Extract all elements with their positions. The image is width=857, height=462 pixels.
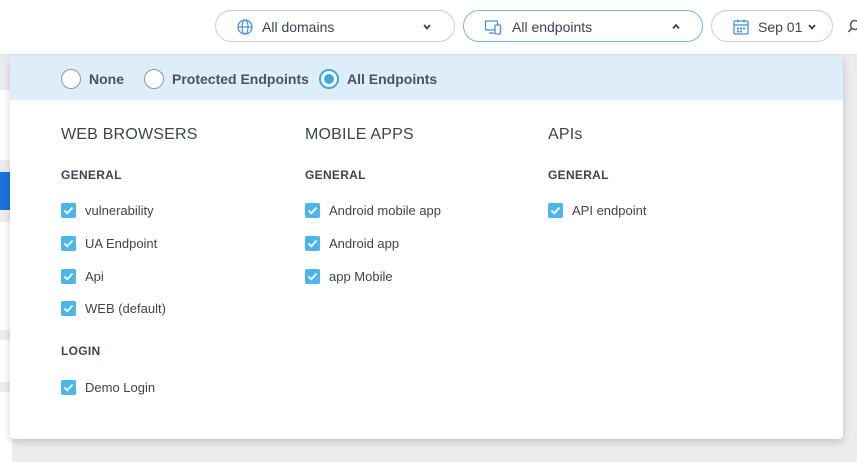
radio-all-endpoints[interactable]: All Endpoints: [319, 69, 437, 89]
checkbox-checked-icon[interactable]: [61, 300, 76, 316]
checkbox-label: WEB (default): [85, 300, 166, 316]
endpoints-dropdown-label: All endpoints: [512, 19, 593, 35]
checkbox-label: UA Endpoint: [85, 235, 158, 251]
devices-icon: [484, 20, 502, 35]
group-title: GENERAL: [305, 168, 366, 182]
endpoint-checkbox-item[interactable]: Android mobile app: [305, 201, 441, 219]
checkbox-checked-icon[interactable]: [548, 202, 563, 218]
top-filter-bar: All domains All endpoints Sep 01: [0, 0, 857, 55]
endpoints-dropdown[interactable]: All endpoints: [463, 10, 703, 42]
radio-none[interactable]: None: [61, 69, 124, 89]
radio-protected-endpoints-label: Protected Endpoints: [172, 71, 309, 87]
column-title: MOBILE APPS: [305, 126, 414, 143]
checkbox-checked-icon[interactable]: [305, 268, 320, 284]
chevron-down-icon: [423, 24, 431, 30]
endpoint-checkbox-item[interactable]: app Mobile: [305, 267, 393, 285]
date-dropdown[interactable]: Sep 01: [711, 10, 833, 42]
group-title: GENERAL: [548, 168, 609, 182]
checkbox-checked-icon[interactable]: [61, 379, 76, 395]
column-title: WEB BROWSERS: [61, 126, 198, 143]
domains-dropdown[interactable]: All domains: [215, 10, 455, 42]
checkbox-label: Android app: [329, 235, 400, 251]
endpoint-mode-selector: None Protected Endpoints All Endpoints: [10, 56, 843, 100]
mobile-apps-column: MOBILE APPS GENERAL Android mobile app A…: [305, 126, 441, 284]
chevron-up-icon: [672, 23, 680, 30]
radio-none-label: None: [89, 71, 124, 87]
endpoints-dropdown-panel: None Protected Endpoints All Endpoints W…: [10, 56, 843, 439]
endpoint-checkbox-item[interactable]: vulnerability: [61, 201, 154, 219]
checkbox-label: Api: [85, 268, 104, 284]
endpoint-checkbox-item[interactable]: API endpoint: [548, 201, 646, 219]
checkbox-label: vulnerability: [85, 202, 154, 218]
checkbox-label: Android mobile app: [329, 202, 442, 218]
endpoint-checkbox-item[interactable]: UA Endpoint: [61, 234, 157, 252]
domains-dropdown-label: All domains: [262, 19, 335, 35]
web-browsers-column: WEB BROWSERS GENERAL vulnerability UA En…: [61, 126, 198, 395]
radio-button[interactable]: [144, 69, 164, 89]
endpoint-checkbox-item[interactable]: Android app: [305, 234, 399, 252]
checkbox-checked-icon[interactable]: [61, 268, 76, 284]
checkbox-checked-icon[interactable]: [305, 202, 320, 218]
column-title: APIs: [548, 126, 583, 143]
endpoint-checkbox-item[interactable]: Api: [61, 267, 104, 285]
group-title: LOGIN: [61, 344, 101, 358]
checkbox-checked-icon[interactable]: [61, 202, 76, 218]
group-title: GENERAL: [61, 168, 122, 182]
chevron-down-icon: [808, 24, 816, 30]
endpoint-checkbox-item[interactable]: Demo Login: [61, 378, 155, 396]
search-icon[interactable]: [848, 19, 857, 35]
date-dropdown-label: Sep 01: [758, 19, 803, 35]
radio-button-selected[interactable]: [319, 69, 339, 89]
apis-column: APIs GENERAL API endpoint: [548, 126, 646, 218]
calendar-icon: [733, 19, 749, 35]
globe-icon: [237, 19, 253, 35]
checkbox-label: Demo Login: [85, 379, 156, 395]
radio-button[interactable]: [61, 69, 81, 89]
checkbox-checked-icon[interactable]: [61, 235, 76, 251]
radio-protected-endpoints[interactable]: Protected Endpoints: [144, 69, 309, 89]
radio-all-endpoints-label: All Endpoints: [347, 71, 438, 87]
checkbox-label: app Mobile: [329, 268, 393, 284]
checkbox-label: API endpoint: [572, 202, 647, 218]
endpoint-checkbox-item[interactable]: WEB (default): [61, 299, 166, 317]
checkbox-checked-icon[interactable]: [305, 235, 320, 251]
